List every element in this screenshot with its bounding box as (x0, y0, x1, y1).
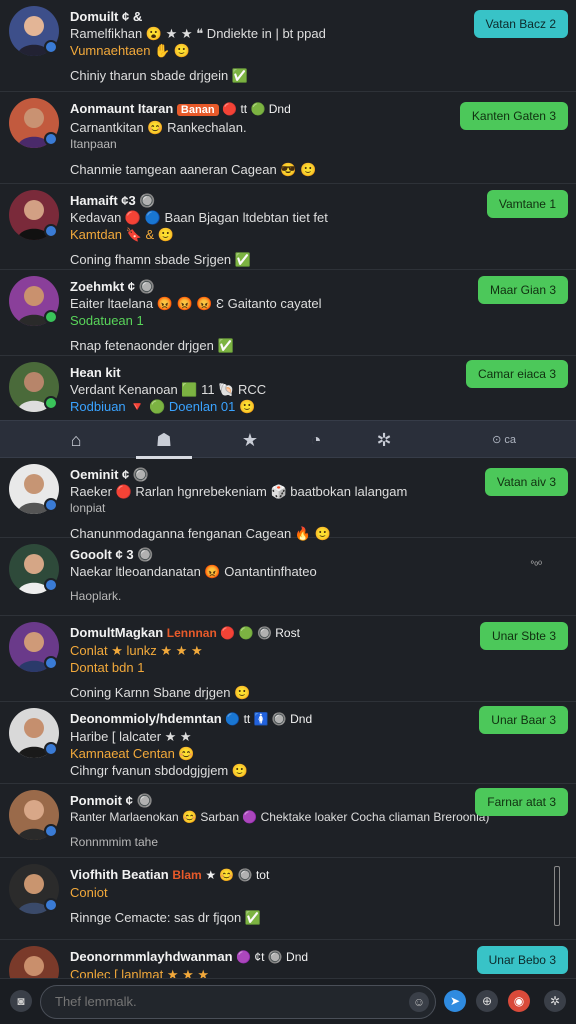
post-line: Naekar ltleoandanatan 😡 Oantantinfhateo (70, 564, 317, 579)
post-text: Rinnge Cemacte: sas dr fjqon ✅ (70, 910, 262, 925)
verified-badge (44, 656, 58, 670)
user-status: ★ 😊 🔘 tot (205, 868, 270, 882)
camera-icon[interactable]: ◙ (10, 990, 32, 1012)
action-button[interactable]: Unar Baar 3 (479, 706, 568, 734)
verified-badge (44, 824, 58, 838)
scrollbar[interactable] (554, 866, 560, 926)
post-sub: Ronnmmim tahe (70, 835, 159, 849)
feed-item[interactable]: Hean kit Verdant Kenanoan 🟩 11 🐚 RCC Rod… (0, 356, 576, 424)
tab-activity[interactable]: ◔ (288, 421, 344, 459)
gear-icon: ✲ (376, 430, 392, 450)
user-status: 🔴 🟢 🔘 Rost (220, 626, 300, 640)
online-badge (44, 310, 58, 324)
post-text: Chiniy tharun sbade drjgein ✅ (70, 68, 249, 83)
feed-item[interactable]: Gooolt ¢ 3 🔘 Naekar ltleoandanatan 😡 Oan… (0, 538, 576, 616)
tab-favorites[interactable]: ★ (222, 421, 278, 459)
post-text: Coning fhamn sbade Srjgen ✅ (70, 252, 251, 267)
avatar[interactable] (9, 946, 59, 980)
post-tag-line: Dontat bdn 1 (70, 660, 145, 675)
action-button[interactable]: Camar eiaca 3 (465, 360, 568, 388)
emoji-icon[interactable]: ☺ (409, 992, 429, 1012)
verified-badge (44, 898, 58, 912)
feed-top: Domuilt ¢ & Ramelfikhan 😮 ★ ★ ❝ Dndiekte… (0, 0, 576, 424)
post-text: Chanmie tamgean aaneran Cagean 😎 🙂 (70, 162, 317, 177)
verified-badge (44, 132, 58, 146)
fire-icon: ☗ (155, 430, 173, 450)
tab-label[interactable]: ⊙ ca (492, 421, 516, 459)
post-tag-line: Sodatuean 1 (70, 313, 144, 328)
action-button[interactable]: Vatan aiv 3 (484, 468, 568, 496)
post-text: Coning Karnn Sbane drjgen 🙂 (70, 685, 251, 700)
star-icon: ★ (241, 430, 259, 450)
post-sub: Itanpaan (70, 137, 117, 151)
feed-item[interactable]: Ponmoit ¢ 🔘 Ranter Marlaenokan 😊 Sarban … (0, 784, 576, 858)
feed-item[interactable]: Hamaift ¢3 🔘 Kedavan 🔴 🔵 Baan Bjagan ltd… (0, 184, 576, 270)
refresh-icon: ◔ (310, 430, 322, 450)
verified-badge (44, 40, 58, 54)
feed-item[interactable]: Zoehmkt ¢ 🔘 Eaiter ltaelana 😡 😡 😡 Ɛ Gait… (0, 270, 576, 356)
post-sub: Haoplark. (70, 589, 122, 603)
feed-item[interactable]: Domuilt ¢ & Ramelfikhan 😮 ★ ★ ❝ Dndiekte… (0, 0, 576, 92)
post-tag-line: Kamnaeat Centan 😊 (70, 746, 195, 761)
post-text: Rnap fetenaonder drjgen ✅ (70, 338, 234, 353)
user-status: 🔴 tt 🟢 Dnd (222, 102, 291, 116)
feed-item[interactable]: Deonommioly/hdemntan 🔵 tt 🚺 🔘 Dnd Haribe… (0, 702, 576, 784)
feed-item[interactable]: Aonmaunt Itaran Banan 🔴 tt 🟢 Dnd Carnant… (0, 92, 576, 184)
user-name: Viofhith Beatian (70, 867, 169, 882)
user-name-row: Viofhith Beatian Blam ★ 😊 🔘 tot (70, 866, 568, 884)
post-tag-line: Rodbiuan 🔻 🟢 Doenlan 01 🙂 (70, 399, 256, 414)
send-icon[interactable]: ➤ (444, 990, 466, 1012)
action-button[interactable]: Maar Gian 3 (477, 276, 568, 304)
post-tag-line: Vumnaehtaen ✋ 🙂 (70, 43, 191, 58)
user-status: 🔵 tt 🚺 🔘 Dnd (225, 712, 313, 726)
action-button[interactable]: Vamtane 1 (486, 190, 568, 218)
action-button[interactable]: Farnar atat 3 (475, 788, 568, 816)
user-name: Deonornmmlayhdwanman (70, 949, 233, 964)
composer[interactable]: ☺ (40, 985, 436, 1019)
feed-item[interactable]: Viofhith Beatian Blam ★ 😊 🔘 tot Coniot R… (0, 858, 576, 940)
more-icon[interactable]: °ᵒ⁰ (530, 560, 542, 571)
user-tag: Blam (172, 868, 202, 882)
action-button[interactable]: Unar Bebo 3 (476, 946, 568, 974)
feed-bottom: Oeminit ¢ 🔘 Raeker 🔴 Rarlan hgnrebekenia… (0, 458, 576, 980)
user-name: DomultMagkan (70, 625, 164, 640)
user-status: 🟣 ¢t 🔘 Dnd (236, 950, 309, 964)
user-tag: Lennnan (166, 626, 217, 640)
person-icon (24, 956, 44, 976)
user-name: Aonmaunt Itaran (70, 101, 174, 116)
verified-badge (44, 498, 58, 512)
user-name: Deonommioly/hdemntan (70, 711, 222, 726)
action-button[interactable]: Kanten Gaten 3 (459, 102, 568, 130)
tab-feed[interactable]: ☗ (136, 421, 192, 459)
post-line: Coniot (70, 885, 108, 900)
action-button[interactable]: Unar Sbte 3 (479, 622, 568, 650)
online-badge (44, 396, 58, 410)
feed-item[interactable]: Deonornmmlayhdwanman 🟣 ¢t 🔘 Dnd Conlec [… (0, 940, 576, 980)
feed-item[interactable]: DomultMagkan Lennnan 🔴 🟢 🔘 Rost Conlat ★… (0, 616, 576, 702)
message-input[interactable] (55, 994, 395, 1009)
tab-bar: ⌂ ☗ ★ ◔ ✲ ⊙ ca (0, 420, 576, 459)
post-tag-line: Kamtdan 🔖 & 🙂 (70, 227, 174, 242)
feed-item[interactable]: Oeminit ¢ 🔘 Raeker 🔴 Rarlan hgnrebekenia… (0, 458, 576, 541)
composer-bar: ◙ ☺ ➤ ⊕ ◉ ✲ (0, 978, 576, 1024)
settings-icon[interactable]: ✲ (544, 990, 566, 1012)
user-tag: Banan (176, 104, 219, 116)
post-text: Cihngr fvanun sbdodgjgjem 🙂 (70, 763, 249, 778)
action-button[interactable]: Vatan Bacz 2 (473, 10, 568, 38)
verified-badge (44, 742, 58, 756)
tab-home[interactable]: ⌂ (48, 421, 104, 459)
browser-icon[interactable]: ◉ (508, 990, 530, 1012)
verified-badge (44, 224, 58, 238)
tab-settings[interactable]: ✲ (356, 421, 412, 459)
user-name: Gooolt ¢ 3 🔘 (70, 547, 154, 562)
verified-badge (44, 578, 58, 592)
attach-icon[interactable]: ⊕ (476, 990, 498, 1012)
post-sub: lonpiat (70, 501, 106, 515)
home-icon: ⌂ (70, 430, 82, 450)
